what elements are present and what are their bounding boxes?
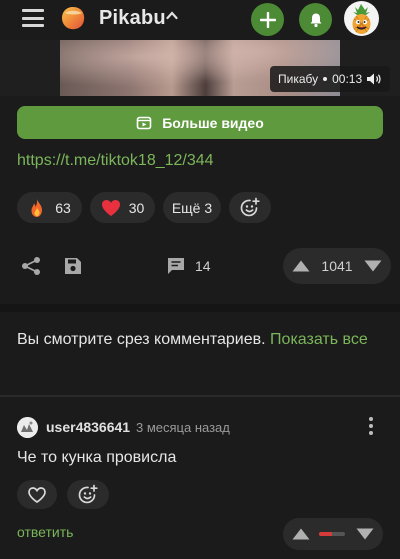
notifications-button[interactable] <box>299 3 332 36</box>
comments-slice-notice: Вы смотрите срез комментариев. Показать … <box>17 328 387 352</box>
more-video-button[interactable]: Больше видео <box>17 106 383 139</box>
comment-text: Че то кунка провисла <box>17 449 177 466</box>
save-icon <box>65 258 81 274</box>
section-separator <box>0 304 400 312</box>
pineapple-avatar-icon <box>352 4 371 34</box>
rating-balance-bar <box>319 532 345 536</box>
comments-button[interactable]: 14 <box>166 256 211 276</box>
comments-divider <box>0 395 400 397</box>
add-post-button[interactable] <box>251 3 284 36</box>
more-options-icon[interactable] <box>366 417 376 437</box>
fire-emoji-icon <box>31 198 43 217</box>
downvote-icon[interactable] <box>363 259 383 273</box>
bell-icon <box>310 13 321 27</box>
add-reaction-button[interactable] <box>229 192 271 223</box>
downvote-icon[interactable] <box>355 527 375 541</box>
speaker-icon[interactable] <box>366 72 382 86</box>
reactions-more-label: Ещё 3 <box>171 199 213 216</box>
rating-value: 1041 <box>321 258 353 274</box>
brand-name[interactable]: Pikabu <box>99 7 166 30</box>
comments-count: 14 <box>195 258 211 274</box>
comment-avatar[interactable] <box>17 417 38 438</box>
reactions-more-button[interactable]: Ещё 3 <box>163 192 221 223</box>
add-emoji-icon <box>240 197 260 216</box>
rating-balance-negative <box>319 532 332 536</box>
post-link[interactable]: https://t.me/tiktok18_12/344 <box>17 152 214 170</box>
comment-rating <box>283 518 383 550</box>
notice-text: Вы смотрите срез комментариев. <box>17 331 266 348</box>
comment-icon <box>168 258 184 274</box>
video-info-badge: Пикабу 00:13 <box>270 66 391 92</box>
reaction-fire-count: 63 <box>55 199 71 216</box>
video-duration: 00:13 <box>332 72 363 86</box>
share-button[interactable] <box>20 256 42 276</box>
save-button[interactable] <box>63 256 83 276</box>
comment-username[interactable]: user4836641 <box>46 419 130 435</box>
share-icon <box>22 257 40 275</box>
user-avatar[interactable] <box>344 1 379 36</box>
pikabu-logo-icon[interactable] <box>59 4 87 32</box>
upvote-icon[interactable] <box>291 259 311 273</box>
avatar-image-icon <box>17 417 38 438</box>
video-source: Пикабу <box>278 72 319 86</box>
upvote-icon[interactable] <box>291 527 311 541</box>
top-header: Pikabu <box>0 0 400 40</box>
show-all-link[interactable]: Показать все <box>270 331 368 348</box>
heart-emoji-icon <box>101 199 120 216</box>
more-video-label: Больше видео <box>162 114 264 131</box>
plus-icon <box>259 11 276 28</box>
comment-timestamp[interactable]: 3 месяца назад <box>136 420 230 435</box>
reply-link[interactable]: ответить <box>17 524 73 540</box>
reaction-heart-count: 30 <box>128 199 145 216</box>
reaction-fire[interactable]: 63 <box>17 192 82 223</box>
post-rating: 1041 <box>283 248 391 284</box>
comment-add-reaction-button[interactable] <box>67 480 109 509</box>
heart-outline-icon <box>28 486 46 503</box>
like-comment-button[interactable] <box>17 480 57 509</box>
reaction-heart[interactable]: 30 <box>90 192 155 223</box>
separator-dot <box>323 77 328 81</box>
add-emoji-icon <box>78 484 98 503</box>
hamburger-icon[interactable] <box>22 9 44 27</box>
post-actions: 14 1041 <box>0 242 400 290</box>
chevron-up-icon[interactable] <box>166 10 178 20</box>
video-library-icon <box>136 116 152 129</box>
